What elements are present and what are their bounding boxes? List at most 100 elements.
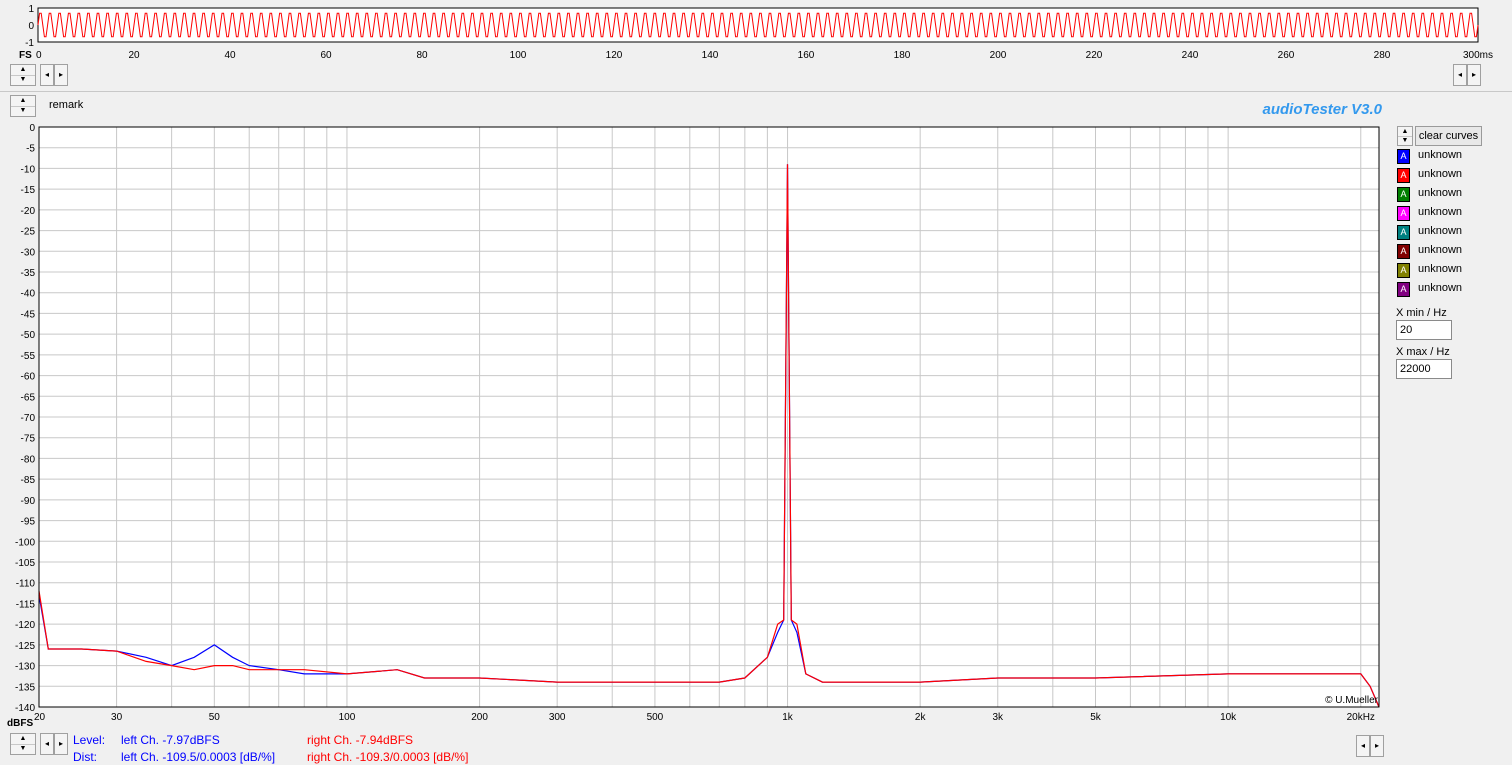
y-tick-label: -115 — [16, 599, 36, 610]
x-tick-label: 3k — [992, 712, 1004, 723]
divider — [0, 91, 1512, 92]
x-tick-label: 100 — [339, 712, 356, 723]
y-tick-label: 0 — [29, 123, 35, 134]
scope-x-tick: 160 — [798, 50, 815, 61]
readout-scroll-right[interactable]: ▸ — [54, 733, 68, 755]
right-dist-value: right Ch. -109.3/0.0003 [dB/%] — [307, 750, 469, 764]
x-tick-label: 50 — [209, 712, 221, 723]
spectrum-chart: 0 -5 -10 -15 -20 -25 -30 -35 -40 -45 -50 -55 -60 -65 -… — [7, 123, 1380, 729]
y-tick-label: -140 — [15, 703, 35, 714]
legend-label: unknown — [1418, 187, 1463, 199]
legend-label: unknown — [1418, 244, 1463, 256]
x-tick-label: 2k — [915, 712, 927, 723]
remark-spinner[interactable]: ▲ ▼ — [10, 95, 36, 117]
y-tick-label: -45 — [21, 309, 36, 320]
scope-x-tick: 180 — [894, 50, 911, 61]
scope-x-tick: 240 — [1182, 50, 1199, 61]
legend-color-swatch[interactable]: A — [1397, 225, 1410, 240]
y-tick-label: -120 — [15, 620, 35, 631]
scope-x-tick: 120 — [606, 50, 623, 61]
scope-x-tick: 300ms — [1463, 50, 1493, 61]
y-tick-label: -65 — [21, 392, 36, 403]
scope-x-tick: 220 — [1086, 50, 1103, 61]
xmin-input[interactable]: 20 — [1396, 320, 1452, 340]
x-tick-label: 10k — [1220, 712, 1237, 723]
y-tick-label: -55 — [21, 351, 36, 362]
scope-time-right[interactable]: ▸ — [1467, 64, 1481, 86]
legend-color-swatch[interactable]: A — [1397, 282, 1410, 297]
left-level-value: left Ch. -7.97dBFS — [121, 733, 220, 747]
legend-label: unknown — [1418, 206, 1463, 218]
y-tick-label: -100 — [15, 537, 35, 548]
xmax-input[interactable]: 22000 — [1396, 359, 1452, 379]
y-tick-label: -50 — [21, 330, 36, 341]
legend-color-swatch[interactable]: A — [1397, 187, 1410, 202]
x-tick-label: 300 — [549, 712, 566, 723]
scope-scroll-right[interactable]: ▸ — [54, 64, 68, 86]
scope-x-tick: 80 — [416, 50, 428, 61]
xmax-label: X max / Hz — [1396, 346, 1450, 358]
x-tick-label: 20kHz — [1347, 712, 1375, 723]
scope-panel: 10-1 FS 0 20 40 60 80 100 120 140 160 180 200 220 240… — [19, 4, 1493, 61]
level-label: Level: — [73, 733, 106, 747]
scope-x-tick: 260 — [1278, 50, 1295, 61]
y-tick-label: -35 — [21, 268, 36, 279]
legend-color-swatch[interactable]: A — [1397, 206, 1410, 221]
y-tick-label: -85 — [21, 475, 36, 486]
y-tick-label: -125 — [15, 641, 35, 652]
y-tick-label: -75 — [21, 434, 36, 445]
scope-time-left[interactable]: ◂ — [1453, 64, 1467, 86]
scope-x-tick: 140 — [702, 50, 719, 61]
legend-label: unknown — [1418, 263, 1463, 275]
legend-label: unknown — [1418, 168, 1463, 180]
legend-label: unknown — [1418, 149, 1463, 161]
y-tick-label: -40 — [21, 289, 36, 300]
y-tick-label: -25 — [21, 227, 36, 238]
y-tick-label: -80 — [21, 454, 36, 465]
scope-fs-label: FS — [19, 50, 32, 61]
scope-y-tick: -1 — [25, 38, 34, 49]
x-tick-label: 200 — [471, 712, 488, 723]
legend-color-swatch[interactable]: A — [1397, 244, 1410, 259]
scope-scroll-left[interactable]: ◂ — [40, 64, 54, 86]
y-tick-label: -130 — [15, 662, 35, 673]
scope-x-tick: 280 — [1374, 50, 1391, 61]
x-tick-label: 30 — [111, 712, 123, 723]
right-level-value: right Ch. -7.94dBFS — [307, 733, 414, 747]
x-tick-label: 500 — [647, 712, 664, 723]
y-tick-label: -95 — [21, 517, 36, 528]
scope-x-tick: 100 — [510, 50, 527, 61]
legend-label: unknown — [1418, 282, 1463, 294]
y-tick-label: -70 — [21, 413, 36, 424]
legend-label: unknown — [1418, 225, 1463, 237]
scope-y-tick: 1 — [28, 4, 34, 15]
y-tick-label: -90 — [21, 496, 36, 507]
legend-scroll-spinner[interactable]: ▲ ▼ — [1397, 126, 1413, 146]
y-tick-label: -110 — [16, 579, 36, 590]
x-tick-label: 1k — [782, 712, 794, 723]
y-tick-label: -30 — [21, 247, 36, 258]
y-tick-label: -15 — [21, 185, 36, 196]
legend-color-swatch[interactable]: A — [1397, 168, 1410, 183]
scope-x-tick: 60 — [320, 50, 332, 61]
clear-curves-button[interactable]: clear curves — [1415, 126, 1482, 146]
legend-color-swatch[interactable]: A — [1397, 263, 1410, 278]
remark-label: remark — [49, 99, 84, 111]
freq-scroll-right[interactable]: ▸ — [1370, 735, 1384, 757]
readout-spinner[interactable]: ▲ ▼ — [10, 733, 36, 755]
scope-amplitude-spinner[interactable]: ▲ ▼ — [10, 64, 36, 86]
freq-scroll-left[interactable]: ◂ — [1356, 735, 1370, 757]
scope-y-tick: 0 — [28, 21, 34, 32]
scope-x-tick: 200 — [990, 50, 1007, 61]
scope-x-tick: 0 — [36, 50, 42, 61]
legend-color-swatch[interactable]: A — [1397, 149, 1410, 164]
x-tick-label: 20 — [34, 712, 46, 723]
y-axis-unit: dBFS — [7, 718, 33, 729]
y-tick-label: -10 — [21, 164, 36, 175]
readout-scroll-left[interactable]: ◂ — [40, 733, 54, 755]
scope-x-tick: 40 — [224, 50, 236, 61]
y-tick-label: -60 — [21, 372, 36, 383]
scope-x-tick: 20 — [128, 50, 140, 61]
y-tick-label: -20 — [21, 206, 36, 217]
xmin-label: X min / Hz — [1396, 307, 1447, 319]
